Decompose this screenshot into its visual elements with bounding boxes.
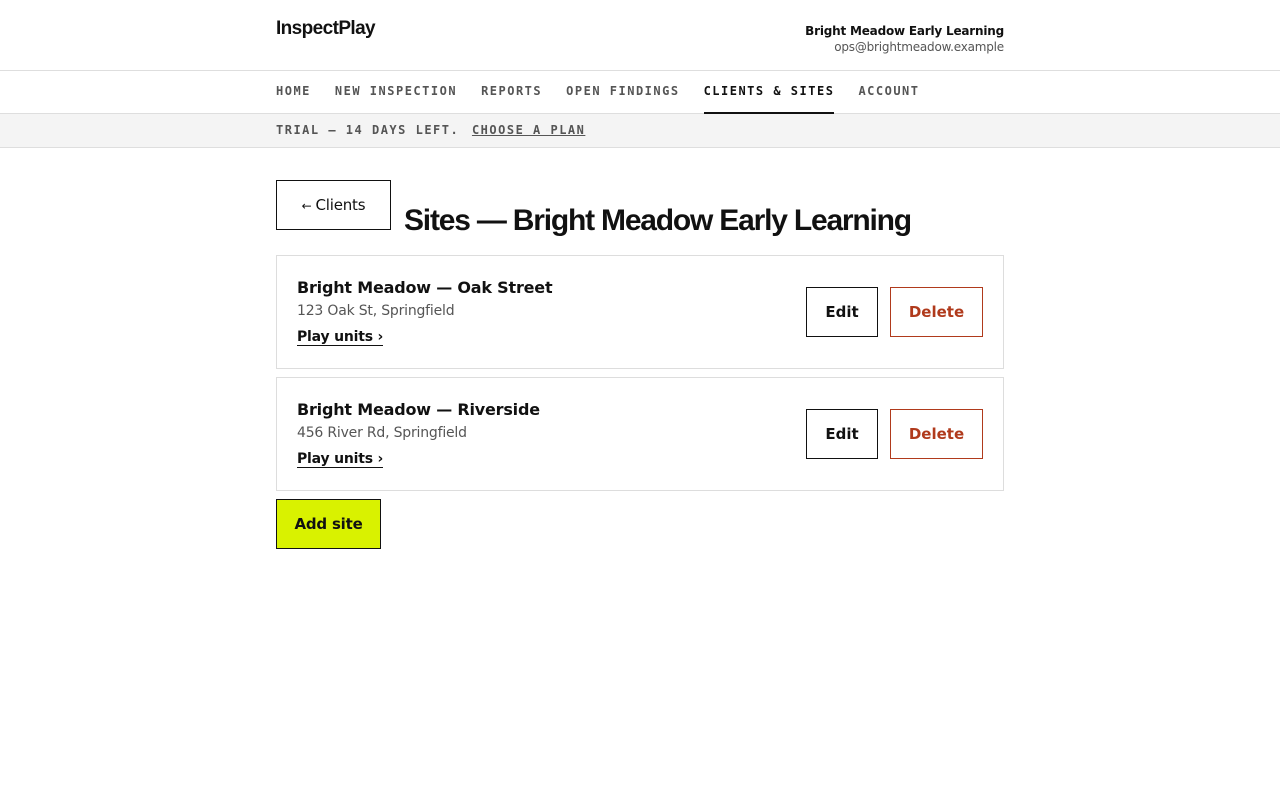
back-button-label: Clients [315,196,366,214]
choose-plan-link[interactable]: CHOOSE A PLAN [472,123,585,137]
nav-item-new-inspection[interactable]: NEW INSPECTION [335,71,457,114]
nav-item-account[interactable]: ACCOUNT [858,71,919,114]
nav-item-home[interactable]: HOME [276,71,311,114]
delete-site-button[interactable]: Delete [890,287,983,337]
site-card: Bright Meadow — Riverside 456 River Rd, … [276,377,1004,491]
delete-site-button[interactable]: Delete [890,409,983,459]
trial-banner-content: TRIAL — 14 DAYS LEFT. CHOOSE A PLAN [276,114,585,147]
back-to-clients-button[interactable]: ← Clients [276,180,391,230]
app-header: InspectPlay Bright Meadow Early Learning… [0,0,1280,71]
site-address: 456 River Rd, Springfield [297,425,467,441]
nav-item-open-findings[interactable]: OPEN FINDINGS [566,71,679,114]
edit-site-button[interactable]: Edit [806,287,878,337]
trial-banner: TRIAL — 14 DAYS LEFT. CHOOSE A PLAN [0,114,1280,148]
account-info: Bright Meadow Early Learning ops@brightm… [805,23,1004,54]
play-units-link[interactable]: Play units › [297,451,383,468]
title-row: ← Clients Sites — Bright Meadow Early Lea… [276,180,1004,255]
nav-item-reports[interactable]: REPORTS [481,71,542,114]
edit-site-button[interactable]: Edit [806,409,878,459]
page-title: Sites — Bright Meadow Early Learning [404,204,912,237]
trial-banner-text: TRIAL — 14 DAYS LEFT. [276,123,460,137]
arrow-left-icon: ← [301,199,312,213]
site-name: Bright Meadow — Oak Street [297,278,553,297]
org-email: ops@brightmeadow.example [834,40,1004,54]
org-name: Bright Meadow Early Learning [805,24,1004,38]
main-content: ← Clients Sites — Bright Meadow Early Lea… [276,180,1004,549]
app-logo[interactable]: InspectPlay [276,18,376,40]
site-name: Bright Meadow — Riverside [297,400,540,419]
site-address: 123 Oak St, Springfield [297,303,455,319]
nav-items: HOME NEW INSPECTION REPORTS OPEN FINDING… [276,71,920,114]
play-units-link[interactable]: Play units › [297,329,383,346]
add-site-button[interactable]: Add site [276,499,381,549]
nav-item-clients-sites[interactable]: CLIENTS & SITES [703,71,835,114]
main-nav: HOME NEW INSPECTION REPORTS OPEN FINDING… [0,71,1280,114]
site-card: Bright Meadow — Oak Street 123 Oak St, S… [276,255,1004,369]
